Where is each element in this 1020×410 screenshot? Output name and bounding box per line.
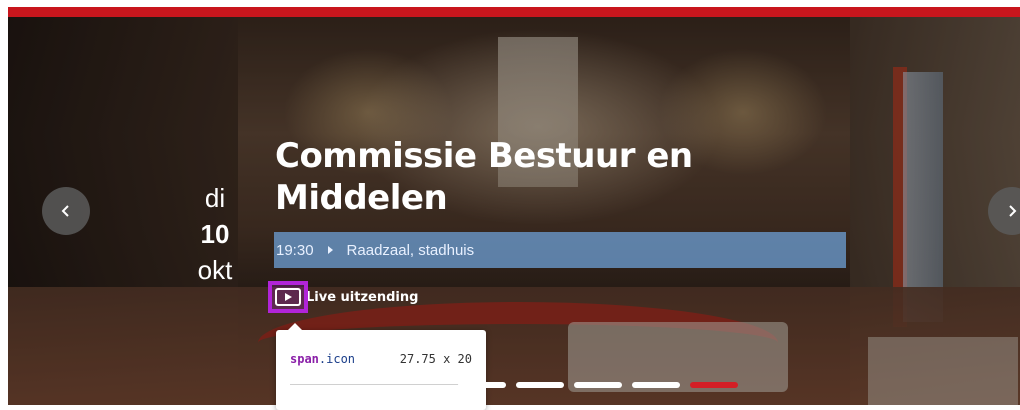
live-broadcast-link[interactable]: Live uitzending <box>268 281 418 313</box>
carousel-dot[interactable] <box>458 382 506 388</box>
event-title[interactable]: Commissie Bestuur en Middelen <box>275 135 875 219</box>
brand-top-bar <box>8 7 1020 17</box>
carousel-pagination <box>458 382 738 388</box>
event-title-line-2: Middelen <box>275 178 448 218</box>
event-meta-bar: 19:30 Raadzaal, stadhuis <box>274 232 846 268</box>
live-broadcast-label: Live uitzending <box>306 289 419 305</box>
carousel-dot[interactable] <box>632 382 680 388</box>
tooltip-row: span.icon 27.75 x 20 <box>290 352 472 366</box>
event-location: Raadzaal, stadhuis <box>346 241 475 259</box>
video-play-icon[interactable] <box>268 281 308 313</box>
tooltip-selector-tag: span <box>290 352 319 366</box>
event-date: di 10 okt <box>180 180 250 288</box>
event-month: okt <box>197 255 233 285</box>
carousel-dot[interactable] <box>574 382 622 388</box>
tooltip-arrow <box>288 323 302 330</box>
devtools-inspect-tooltip: span.icon 27.75 x 20 <box>276 323 486 410</box>
chevron-right-icon <box>1009 205 1017 217</box>
tooltip-selector-class: .icon <box>318 352 356 366</box>
caret-right-icon <box>327 246 333 254</box>
event-day: 10 <box>200 219 230 249</box>
chevron-left-icon <box>61 205 69 217</box>
event-title-line-1: Commissie Bestuur en <box>275 136 693 176</box>
event-weekday: di <box>204 183 226 213</box>
event-time: 19:30 <box>276 241 314 259</box>
carousel-prev-button[interactable] <box>42 187 90 235</box>
tooltip-selector: span.icon <box>290 352 355 366</box>
tooltip-dimensions: 27.75 x 20 <box>399 352 472 366</box>
carousel-dot[interactable] <box>690 382 738 388</box>
video-play-icon-glyph <box>275 288 301 306</box>
tooltip-divider <box>290 384 472 385</box>
carousel-dot[interactable] <box>516 382 564 388</box>
